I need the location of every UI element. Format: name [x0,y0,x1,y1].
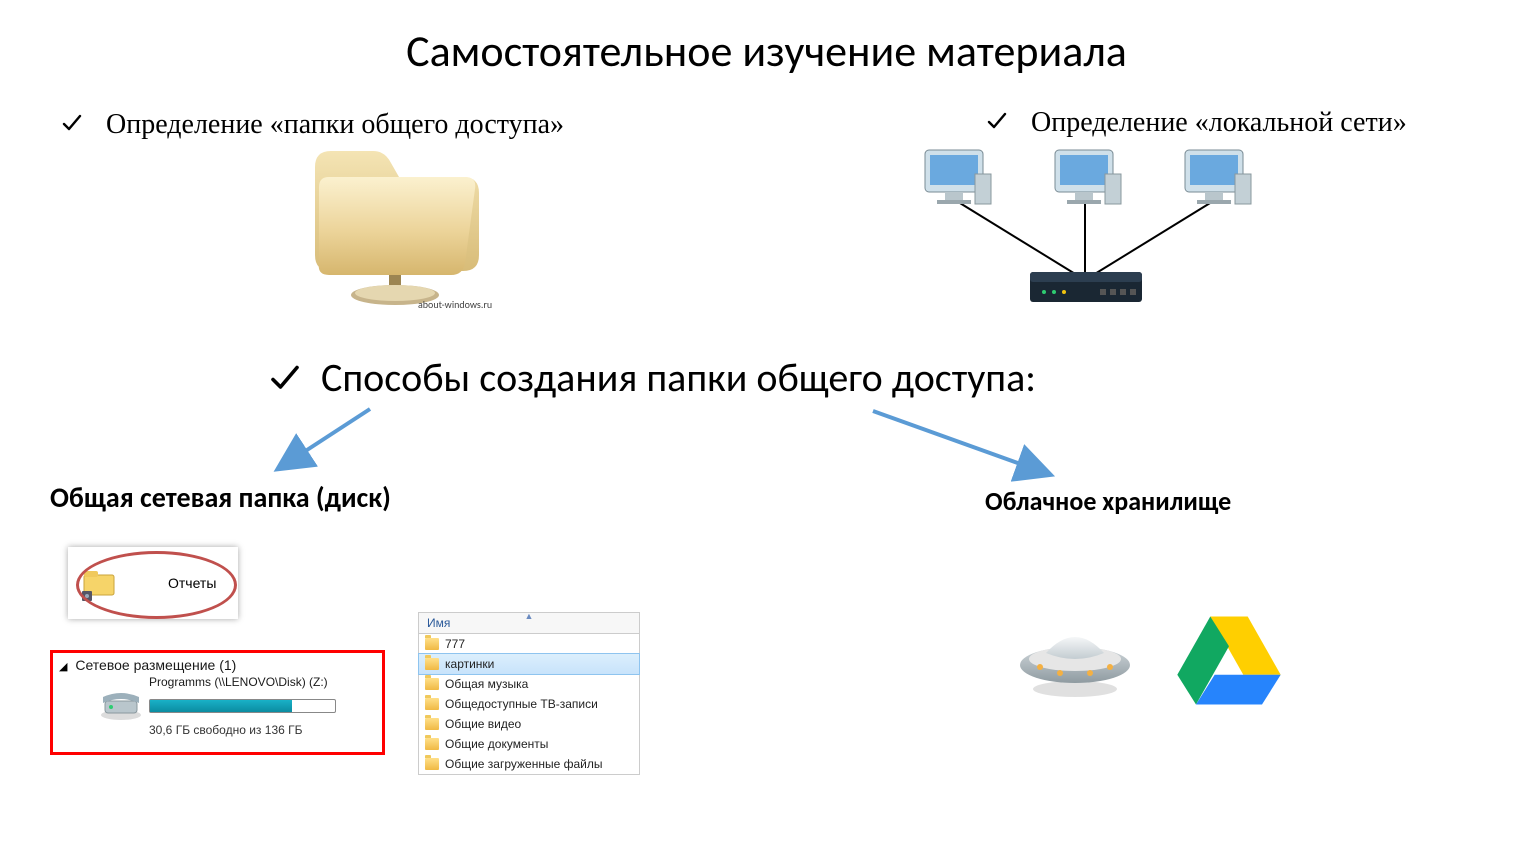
expand-triangle-icon: ◢ [59,660,67,673]
cloud-storage-icons [1010,605,1300,715]
list-item-label: Общие загруженные файлы [445,757,602,771]
subhead-network-folder: Общая сетевая папка (диск) [50,480,391,515]
folder-icon [425,658,439,670]
column-header-name: ▲ Имя [419,613,639,634]
folder-icon [425,718,439,730]
list-item-label: Общедоступные ТВ-записи [445,697,598,711]
arrow-left-icon [275,405,385,475]
folder-icon [425,758,439,770]
list-item-label: картинки [445,657,494,671]
network-drive-label: Programms (\\LENOVO\Disk) (Z:) [149,675,382,689]
checkmark-icon [267,360,303,396]
disk-space-text: 30,6 ГБ свободно из 136 ГБ [149,723,382,737]
reports-folder-screenshot: Отчеты [68,547,238,619]
arrow-right-icon [865,407,1055,485]
network-location-header: ◢ Сетевое размещение (1) [53,653,382,675]
slide: Самостоятельное изучение материала Опред… [0,0,1533,864]
folder-icon [425,638,439,650]
definition-lan-text: Определение «локальной сети» [1031,107,1407,139]
network-drive-icon [99,691,143,721]
google-drive-icon [1174,613,1284,708]
definition-lan: Определение «локальной сети» [985,107,1407,139]
network-location-screenshot: ◢ Сетевое размещение (1) Programms (\\LE… [50,650,385,755]
ways-heading: Способы создания папки общего доступа: [267,353,1036,402]
folder-icon [425,698,439,710]
list-item: 777 [419,634,639,654]
list-item: Общие видео [419,714,639,734]
disk-usage-bar [149,699,336,713]
folder-icon [425,678,439,690]
checkmark-icon [60,111,88,139]
highlight-ellipse [76,551,237,619]
list-item-label: 777 [445,637,465,651]
network-location-header-text: Сетевое размещение (1) [75,657,236,673]
lan-diagram-icon [910,140,1260,320]
ways-heading-text: Способы создания папки общего доступа: [321,353,1036,402]
slide-title: Самостоятельное изучение материала [0,24,1533,78]
list-item: Общие документы [419,734,639,754]
network-folder-icon [295,137,495,312]
image-caption: about-windows.ru [418,298,492,311]
list-item-label: Общие видео [445,717,521,731]
list-item: Общедоступные ТВ-записи [419,694,639,714]
yandex-disk-icon [1010,615,1140,705]
folder-list-screenshot: ▲ Имя 777 картинки Общая музыка Общедоступн… [418,612,640,775]
folder-icon [425,738,439,750]
column-header-name-text: Имя [427,616,450,630]
subhead-cloud-storage: Облачное хранилище [985,485,1231,517]
list-item-label: Общие документы [445,737,548,751]
list-item: картинки [418,653,640,675]
checkmark-icon [985,109,1013,137]
list-item-label: Общая музыка [445,677,528,691]
sort-indicator-icon: ▲ [525,611,534,621]
list-item: Общая музыка [419,674,639,694]
list-item: Общие загруженные файлы [419,754,639,774]
